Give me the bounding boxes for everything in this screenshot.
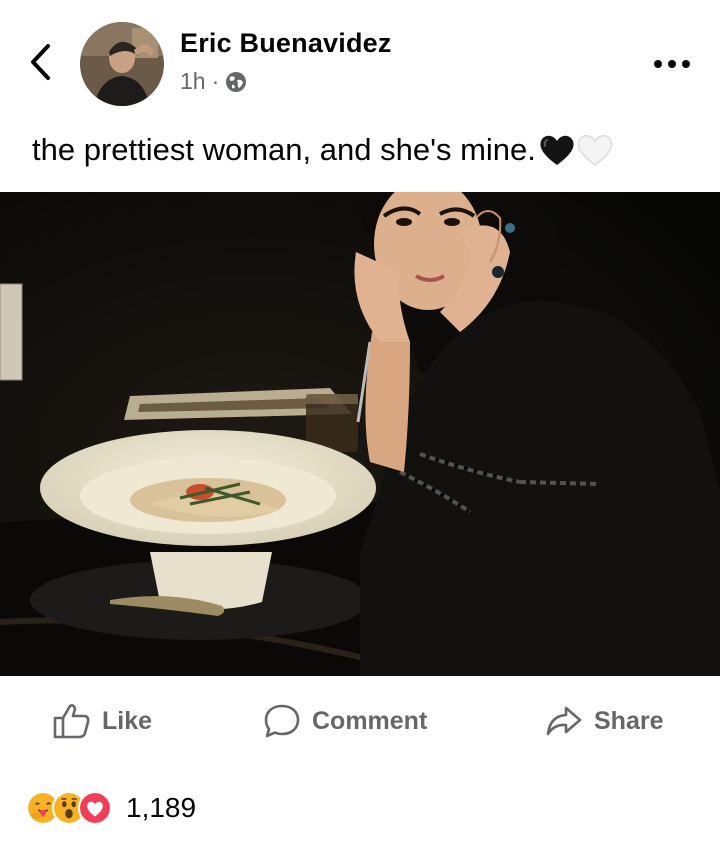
- post-meta: 1h ·: [180, 68, 247, 95]
- caption-text: the prettiest woman, and she's mine.: [32, 132, 536, 167]
- share-label: Share: [594, 706, 664, 735]
- post-header: Eric Buenavidez 1h ·: [0, 0, 720, 120]
- reactions-summary[interactable]: 1,189: [26, 788, 196, 828]
- like-label: Like: [102, 706, 153, 735]
- reaction-count: 1,189: [126, 792, 197, 823]
- globe-icon: [226, 71, 247, 92]
- post-actions: Like Comment Share: [0, 690, 720, 752]
- meta-separator: ·: [211, 68, 220, 94]
- chevron-left-icon: [31, 44, 50, 80]
- like-button[interactable]: Like: [52, 690, 152, 752]
- comment-button[interactable]: Comment: [262, 690, 427, 752]
- thumbs-up-icon: [53, 704, 90, 739]
- comment-icon: [264, 704, 300, 738]
- white-heart-icon: [577, 135, 613, 166]
- comment-label: Comment: [312, 706, 428, 735]
- caption-emoji: [538, 133, 614, 167]
- love-reaction-icon: [78, 791, 112, 825]
- more-icon: [654, 60, 690, 68]
- author-avatar[interactable]: [80, 22, 164, 106]
- author-name[interactable]: Eric Buenavidez: [180, 28, 392, 59]
- share-icon: [546, 706, 582, 736]
- post-photo[interactable]: [0, 192, 720, 676]
- post-caption: the prettiest woman, and she's mine.: [32, 132, 614, 168]
- share-button[interactable]: Share: [544, 690, 663, 752]
- reaction-icons: [26, 791, 112, 825]
- post-time[interactable]: 1h: [180, 68, 206, 95]
- back-button[interactable]: [20, 38, 60, 86]
- black-heart-icon: [540, 135, 574, 165]
- more-options-button[interactable]: [648, 52, 696, 76]
